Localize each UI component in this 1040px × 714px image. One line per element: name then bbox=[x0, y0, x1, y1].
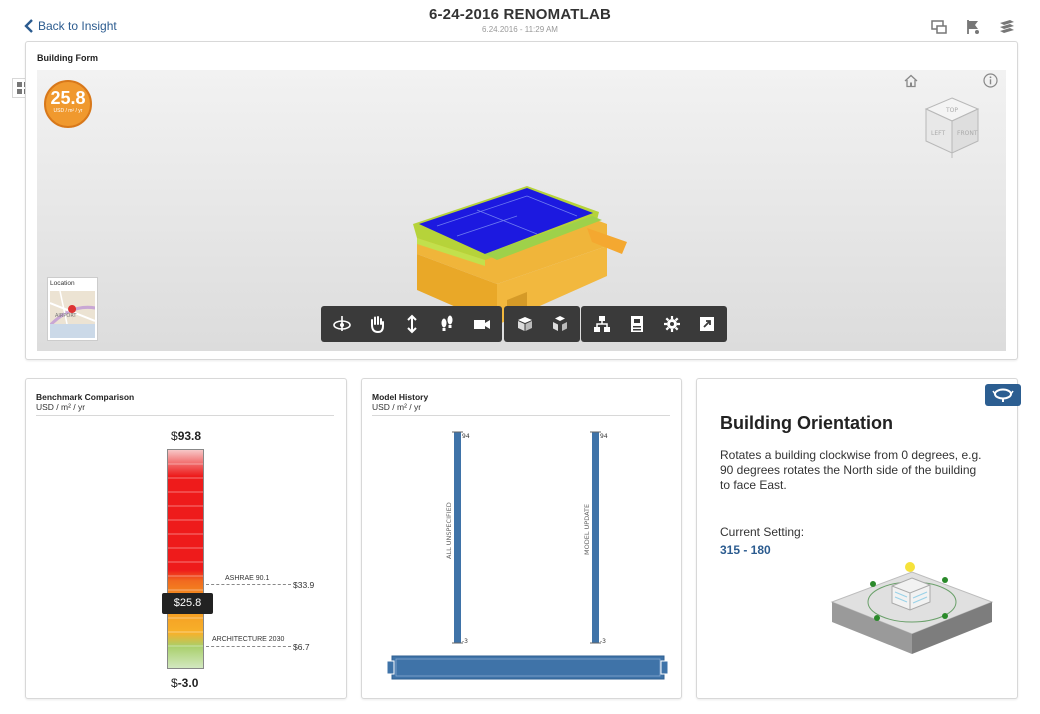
explode-button[interactable] bbox=[545, 310, 574, 338]
benchmark-max: $93.8 bbox=[171, 429, 201, 443]
location-map: AIRPORT bbox=[50, 291, 95, 338]
history-bar-2-label: MODEL UPDATE bbox=[583, 504, 591, 555]
explode-icon bbox=[552, 316, 567, 331]
layers-icon[interactable] bbox=[998, 18, 1016, 36]
settings-button[interactable] bbox=[657, 310, 686, 338]
energy-score-unit: USD / m² / yr bbox=[53, 108, 83, 114]
map-text: AIRPORT bbox=[55, 313, 77, 319]
benchmark-comparison-panel: Benchmark Comparison USD / m² / yr $93.8 bbox=[25, 378, 347, 699]
walk-icon bbox=[441, 315, 452, 331]
orientation-badge-icon bbox=[992, 388, 1014, 402]
history-bar-1-label: ALL UNSPECIFIED bbox=[445, 502, 453, 559]
benchmark-unit: USD / m² / yr bbox=[36, 402, 86, 412]
compare-icon[interactable] bbox=[930, 18, 948, 36]
top-bar: Back to Insight 6-24-2016 RENOMATLAB 6.2… bbox=[0, 0, 1040, 40]
building-form-panel: Building Form 25.8 USD / m² / yr TOP LEF… bbox=[25, 41, 1018, 360]
orbit-button[interactable] bbox=[327, 310, 356, 338]
benchmark-min: $-3.0 bbox=[171, 676, 198, 690]
zoom-icon bbox=[406, 314, 417, 334]
building-form-title: Building Form bbox=[37, 53, 98, 63]
properties-icon bbox=[630, 316, 643, 332]
history-timeline-scrollbar[interactable] bbox=[386, 655, 669, 680]
section-box-button[interactable] bbox=[510, 310, 539, 338]
current-setting-label: Current Setting: bbox=[720, 525, 805, 539]
model-tree-button[interactable] bbox=[587, 310, 616, 338]
benchmark-max-prefix: $ bbox=[171, 429, 178, 443]
walk-button[interactable] bbox=[432, 310, 461, 338]
location-label: Location bbox=[50, 280, 75, 287]
svg-text:FRONT: FRONT bbox=[957, 130, 978, 137]
history-bar-1[interactable] bbox=[452, 431, 463, 644]
section-box-icon bbox=[517, 317, 532, 331]
architecture-2030-value: $6.7 bbox=[293, 642, 310, 652]
page-subtitle: 6.24.2016 - 11:29 AM bbox=[482, 25, 558, 34]
3d-viewport[interactable]: 25.8 USD / m² / yr TOP LEFT FRONT Locati… bbox=[37, 70, 1006, 351]
orientation-description: Rotates a building clockwise from 0 degr… bbox=[720, 448, 982, 492]
orientation-illustration bbox=[830, 562, 994, 654]
viewcube-icon[interactable]: TOP LEFT FRONT bbox=[922, 95, 982, 160]
energy-score-value: 25.8 bbox=[50, 88, 86, 108]
orientation-badge[interactable] bbox=[985, 384, 1021, 406]
settings-icon bbox=[663, 316, 680, 332]
settings-toolbar bbox=[581, 306, 727, 342]
fullscreen-button[interactable] bbox=[692, 310, 721, 338]
ashrae-line bbox=[206, 584, 291, 585]
model-history-panel: Model History USD / m² / yr 94 -3 ALL UN… bbox=[361, 378, 682, 699]
benchmark-min-prefix: $ bbox=[171, 676, 178, 690]
svg-text:LEFT: LEFT bbox=[931, 130, 945, 137]
location-minimap[interactable]: Location AIRPORT bbox=[47, 277, 98, 341]
benchmark-title: Benchmark Comparison bbox=[36, 392, 135, 402]
navigation-toolbar bbox=[321, 306, 502, 342]
history-chart: 94 -3 ALL UNSPECIFIED 94 -3 MODEL UPDATE bbox=[386, 431, 669, 680]
history-bar-2-top: 94 bbox=[600, 433, 608, 440]
section-toolbar bbox=[504, 306, 580, 342]
history-unit: USD / m² / yr bbox=[372, 402, 422, 412]
history-bar-1-top: 94 bbox=[462, 433, 470, 440]
current-setting-value: 315 - 180 bbox=[720, 543, 771, 557]
ashrae-value: $33.9 bbox=[293, 580, 315, 590]
history-bar-2[interactable] bbox=[590, 431, 601, 644]
benchmark-color-scale bbox=[167, 449, 204, 669]
pan-icon bbox=[370, 316, 384, 334]
benchmark-min-value: -3.0 bbox=[177, 676, 199, 690]
orbit-icon bbox=[332, 316, 351, 331]
architecture-2030-label: ARCHITECTURE 2030 bbox=[212, 636, 285, 643]
camera-icon bbox=[473, 320, 490, 329]
page-title: 6-24-2016 RENOMATLAB bbox=[428, 6, 612, 23]
properties-button[interactable] bbox=[622, 310, 651, 338]
camera-button[interactable] bbox=[467, 310, 496, 338]
benchmark-header: Benchmark Comparison USD / m² / yr bbox=[36, 392, 334, 416]
building-orientation-panel: Building Orientation Rotates a building … bbox=[696, 378, 1021, 699]
pan-button[interactable] bbox=[362, 310, 391, 338]
svg-text:TOP: TOP bbox=[945, 107, 958, 114]
flag-icon[interactable] bbox=[964, 18, 982, 36]
benchmark-max-value: 93.8 bbox=[177, 429, 202, 443]
fullscreen-icon bbox=[699, 317, 714, 331]
home-icon[interactable] bbox=[904, 74, 918, 88]
history-header: Model History USD / m² / yr bbox=[372, 392, 670, 416]
history-bar-1-bottom: -3 bbox=[462, 638, 468, 645]
energy-score-badge: 25.8 USD / m² / yr bbox=[44, 80, 92, 128]
top-icons bbox=[930, 18, 1016, 36]
history-bar-2-bottom: -3 bbox=[600, 638, 606, 645]
model-tree-icon bbox=[593, 316, 610, 332]
zoom-button[interactable] bbox=[397, 310, 426, 338]
architecture-2030-line bbox=[206, 646, 291, 647]
current-value-marker: $25.8 bbox=[162, 593, 213, 614]
title-block: 6-24-2016 RENOMATLAB 6.24.2016 - 11:29 A… bbox=[0, 6, 1040, 34]
history-title: Model History bbox=[372, 392, 429, 402]
info-icon[interactable] bbox=[983, 73, 998, 88]
ashrae-label: ASHRAE 90.1 bbox=[225, 575, 270, 582]
orientation-title: Building Orientation bbox=[720, 413, 893, 433]
